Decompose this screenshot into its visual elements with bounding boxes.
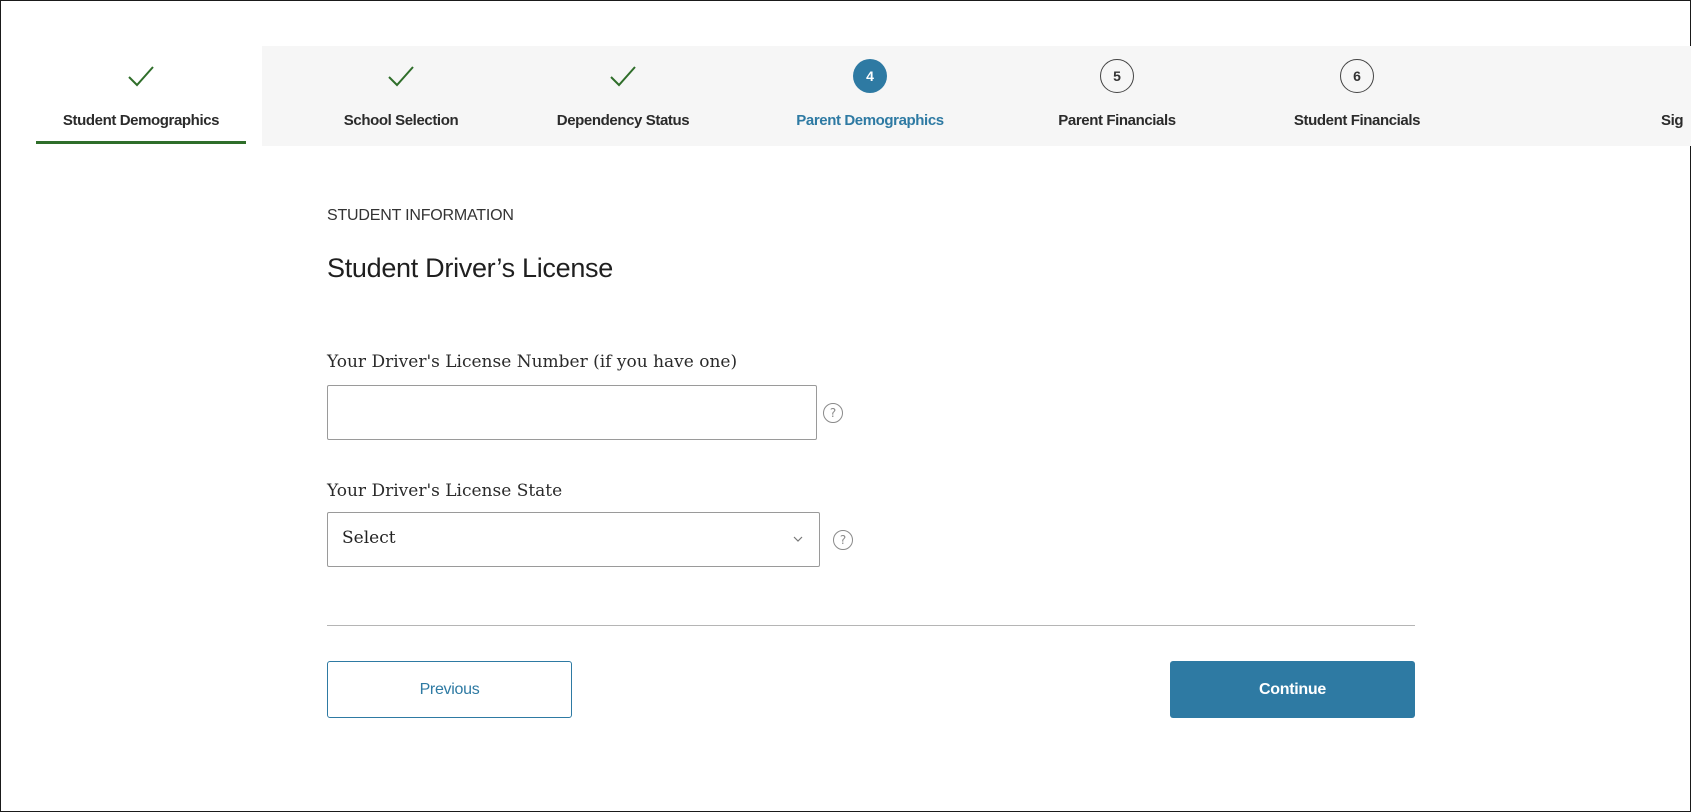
step-label: Student Financials (1293, 112, 1421, 129)
check-icon (123, 58, 159, 94)
chevron-down-icon (793, 536, 803, 542)
step-student-financials[interactable]: 6 Student Financials (1247, 46, 1467, 146)
step-label: Parent Financials (1058, 112, 1176, 129)
question-circle-icon[interactable]: ? (833, 530, 853, 550)
step-number-badge: 5 (1100, 59, 1134, 93)
check-icon (383, 58, 419, 94)
section-label: STUDENT INFORMATION (327, 207, 514, 224)
license-number-input[interactable] (327, 385, 817, 440)
license-state-select[interactable]: Select (327, 512, 820, 567)
step-dependency-status[interactable]: Dependency Status (513, 46, 733, 146)
step-label: Parent Demographics (796, 112, 944, 129)
previous-button[interactable]: Previous (327, 661, 572, 718)
divider (327, 625, 1415, 626)
progress-stepper: Student Demographics School Selection De… (20, 46, 1691, 146)
continue-button[interactable]: Continue (1170, 661, 1415, 718)
license-state-label: Your Driver's License State (327, 481, 563, 501)
select-value: Select (342, 528, 396, 548)
step-parent-demographics[interactable]: 4 Parent Demographics (755, 46, 985, 146)
page-frame: Student Demographics School Selection De… (0, 0, 1691, 812)
step-student-demographics[interactable]: Student Demographics (20, 46, 262, 146)
step-parent-financials[interactable]: 5 Parent Financials (1007, 46, 1227, 146)
step-number-badge: 4 (853, 59, 887, 93)
step-label: Student Demographics (62, 112, 220, 129)
license-number-label: Your Driver's License Number (if you hav… (327, 352, 738, 372)
step-label: School Selection (343, 112, 459, 129)
page-title: Student Driver’s License (327, 253, 613, 283)
question-circle-icon[interactable]: ? (823, 403, 843, 423)
check-icon (605, 58, 641, 94)
step-label: Dependency Status (556, 112, 690, 129)
step-school-selection[interactable]: School Selection (273, 46, 529, 146)
step-label: Sig (1661, 112, 1684, 129)
step-number-badge: 6 (1340, 59, 1374, 93)
step-signature[interactable]: Sig (1661, 46, 1691, 146)
active-step-indicator (36, 141, 246, 144)
